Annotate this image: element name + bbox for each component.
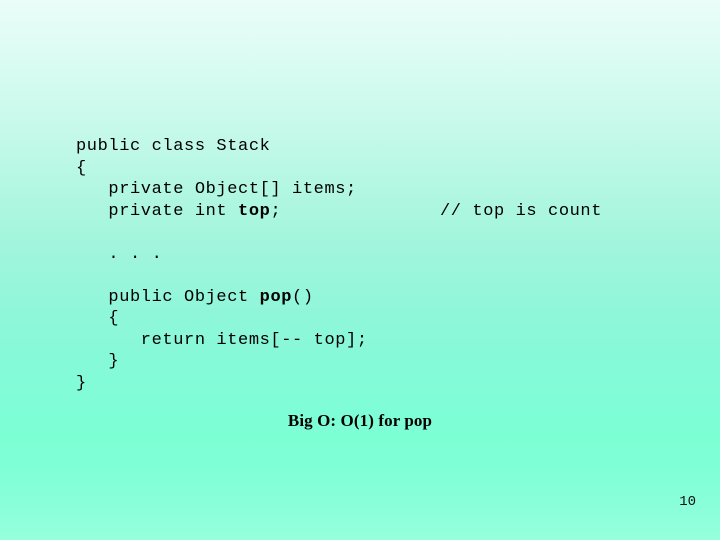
code-line-field-items: private Object[] items; (76, 180, 357, 199)
code-line-gap-1 (76, 222, 676, 244)
code-line-class-open: { (76, 158, 87, 178)
code-line-ellipsis: . . . (76, 244, 163, 264)
code-token-top: top (238, 201, 271, 221)
code-token-pop: pop (259, 287, 293, 307)
code-line-method-open: { (76, 309, 120, 328)
code-line-method-close: } (76, 352, 120, 371)
code-line-field-top: private int top;// top is count (76, 201, 603, 221)
code-line-class-close: } (76, 373, 87, 393)
big-o-caption: Big O: O(1) for pop (287, 411, 433, 430)
page-number: 10 (679, 494, 696, 510)
code-line-gap-2 (76, 265, 676, 287)
code-line-method-return: return items[-- top]; (76, 330, 368, 350)
code-block: public class Stack { private Object[] ite… (76, 136, 676, 394)
code-line-method-sig: public Object pop() (76, 287, 314, 307)
code-line-class-decl: public class Stack (76, 137, 271, 156)
slide-canvas: public class Stack { private Object[] ite… (0, 0, 720, 540)
code-comment-field-top: // top is count (440, 201, 603, 221)
